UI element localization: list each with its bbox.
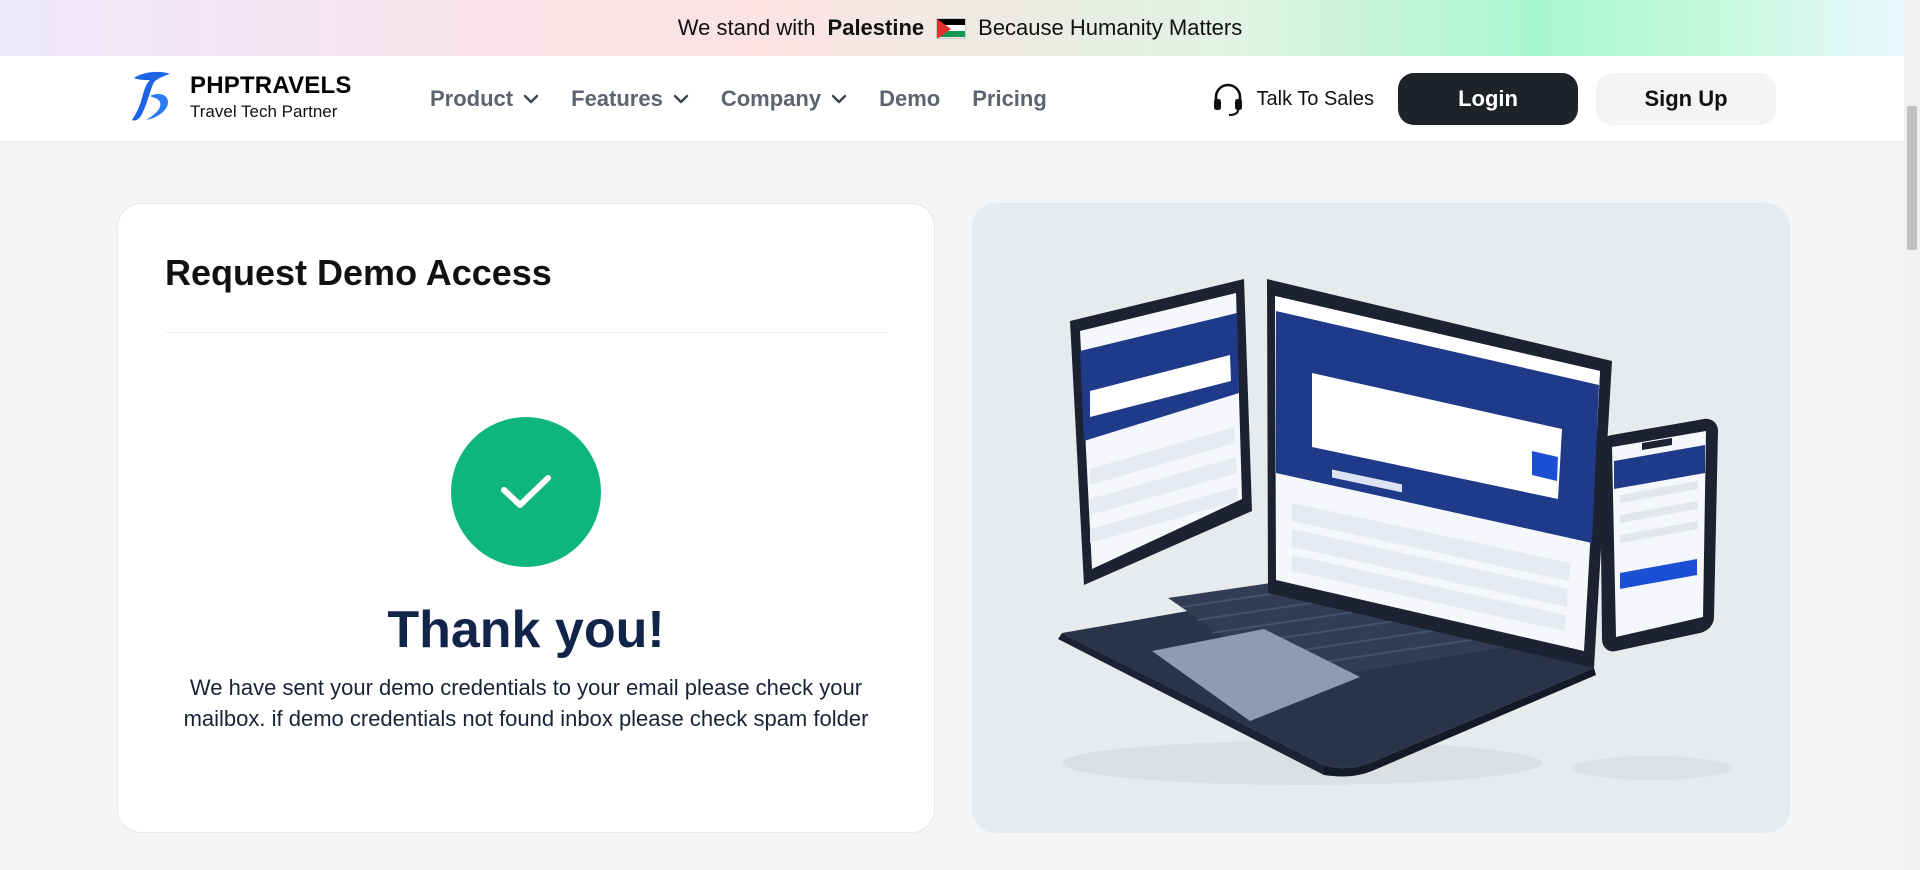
devices-mockup-image [1058, 279, 1732, 785]
confirmation-message: We have sent your demo credentials to yo… [183, 675, 869, 731]
menu-item-label: Demo [879, 86, 941, 111]
brand-logo[interactable]: PHPTRAVELS Travel Tech Partner [128, 68, 352, 126]
banner-suffix: Because Humanity Matters [978, 15, 1243, 40]
menu-item-demo[interactable]: Demo [879, 86, 940, 112]
menu-item-company[interactable]: Company [721, 86, 847, 112]
demo-request-card: Request Demo Access Thank you! We have s… [117, 203, 935, 833]
main-navbar: PHPTRAVELS Travel Tech Partner Product F… [0, 56, 1904, 142]
talk-to-sales-label: Talk To Sales [1256, 87, 1374, 110]
devices-illustration-card [972, 203, 1790, 833]
banner-highlight: Palestine [827, 15, 925, 40]
brand-tagline: Travel Tech Partner [190, 102, 338, 121]
check-icon [501, 475, 551, 508]
headset-icon [1213, 83, 1242, 117]
scrollbar-thumb[interactable] [1907, 106, 1917, 250]
divider [165, 332, 887, 333]
chevron-down-icon [523, 94, 539, 104]
chevron-down-icon [831, 94, 847, 104]
primary-menu: Product Features Company Demo Pricing [430, 56, 1079, 142]
menu-item-label: Company [720, 86, 822, 111]
page-scrollbar[interactable] [1904, 0, 1920, 870]
menu-item-label: Pricing [972, 86, 1047, 111]
menu-item-product[interactable]: Product [430, 86, 539, 112]
sign-up-button[interactable]: Sign Up [1596, 73, 1776, 125]
solidarity-banner: We stand with Palestine Because Humanity… [0, 0, 1920, 56]
brand-name: PHPTRAVELS [190, 72, 352, 99]
thank-you-heading: Thank you! [387, 601, 665, 659]
talk-to-sales-link[interactable]: Talk To Sales [1211, 81, 1374, 117]
menu-item-label: Features [571, 86, 663, 111]
banner-prefix: We stand with [677, 15, 816, 40]
login-button[interactable]: Login [1398, 73, 1578, 125]
menu-item-label: Product [430, 86, 514, 111]
menu-item-features[interactable]: Features [571, 86, 689, 112]
nav-actions: Talk To Sales Login Sign Up [1211, 56, 1776, 142]
chevron-down-icon [673, 94, 689, 104]
brand-logo-icon [132, 71, 170, 121]
palestine-flag-icon [936, 17, 967, 39]
menu-item-pricing[interactable]: Pricing [972, 86, 1047, 112]
success-badge [451, 417, 601, 567]
card-title: Request Demo Access [165, 252, 552, 293]
